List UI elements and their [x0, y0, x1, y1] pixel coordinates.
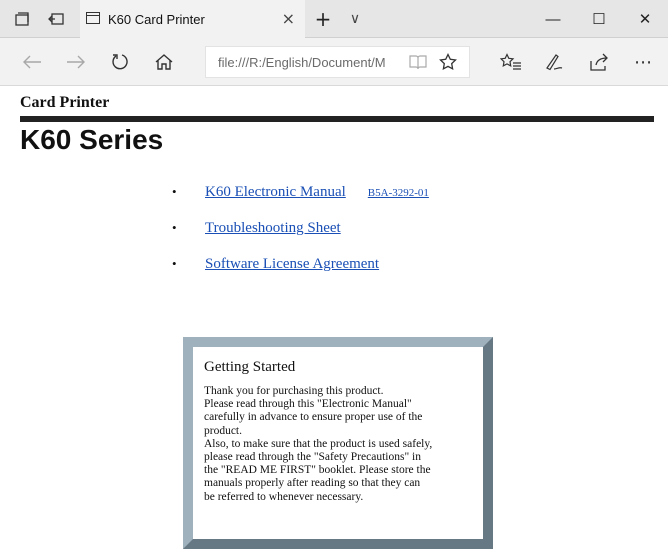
electronic-manual-link[interactable]: K60 Electronic Manual B5A-3292-01	[205, 184, 429, 201]
software-license-link[interactable]: Software License Agreement	[205, 256, 379, 273]
page-icon	[86, 12, 100, 24]
back-arrow-icon[interactable]	[12, 38, 52, 86]
maximize-button[interactable]: ☐	[576, 0, 622, 38]
bullet-icon: •	[172, 220, 177, 235]
refresh-icon[interactable]	[100, 38, 140, 86]
text-line: the "READ ME FIRST" booklet. Please stor…	[204, 464, 431, 477]
more-ellipsis-icon[interactable]: ⋯	[623, 38, 663, 86]
notes-pen-icon[interactable]	[535, 38, 575, 86]
browser-toolbar: file:///R:/English/Document/M ⋯	[0, 38, 668, 86]
address-text: file:///R:/English/Document/M	[218, 54, 386, 70]
browser-title-bar: K60 Card Printer × + ∨ — ☐ ✕	[0, 0, 668, 38]
manual-code: B5A-3292-01	[367, 187, 429, 199]
troubleshooting-sheet-link[interactable]: Troubleshooting Sheet	[205, 220, 341, 237]
browser-tab[interactable]: K60 Card Printer ×	[80, 0, 305, 38]
brand-heading: Card Printer	[20, 94, 110, 111]
text-line: be referred to whenever necessary.	[204, 490, 364, 503]
home-icon[interactable]	[144, 38, 184, 86]
address-bar[interactable]: file:///R:/English/Document/M	[205, 46, 470, 78]
favorite-star-icon[interactable]	[434, 47, 462, 77]
page-title: K60 Series	[20, 124, 164, 155]
close-window-button[interactable]: ✕	[622, 0, 668, 38]
tab-title: K60 Card Printer	[108, 11, 205, 27]
text-line: product.	[204, 424, 243, 437]
set-tabs-aside-icon[interactable]	[42, 0, 70, 38]
reading-view-icon[interactable]	[404, 47, 432, 77]
text-line: carefully in advance to ensure proper us…	[204, 411, 423, 424]
text-line: Please read through this "Electronic Man…	[204, 398, 412, 411]
page-content: Card Printer K60 Series • K60 Electronic…	[0, 86, 668, 556]
getting-started-box: Getting Started Thank you for purchasing…	[183, 337, 493, 549]
tab-close-icon[interactable]: ×	[282, 9, 295, 28]
heading-rule	[20, 116, 654, 122]
share-icon[interactable]	[579, 38, 619, 86]
tab-list-chevron-icon[interactable]: ∨	[340, 0, 370, 38]
forward-arrow-icon[interactable]	[56, 38, 96, 86]
text-line: manuals properly after reading so that t…	[204, 477, 421, 490]
text-line: Also, to make sure that the product is u…	[204, 437, 433, 450]
getting-started-text: Thank you for purchasing this product. P…	[204, 385, 474, 504]
text-line: Thank you for purchasing this product.	[204, 385, 384, 397]
favorites-hub-icon[interactable]	[491, 38, 531, 86]
getting-started-title: Getting Started	[204, 359, 296, 375]
bullet-icon: •	[172, 256, 177, 271]
minimize-button[interactable]: —	[530, 0, 576, 38]
text-line: please read through the "Safety Precauti…	[204, 451, 421, 464]
bullet-icon: •	[172, 184, 177, 199]
tab-preview-icon[interactable]	[8, 0, 36, 38]
new-tab-button[interactable]: +	[308, 0, 338, 38]
